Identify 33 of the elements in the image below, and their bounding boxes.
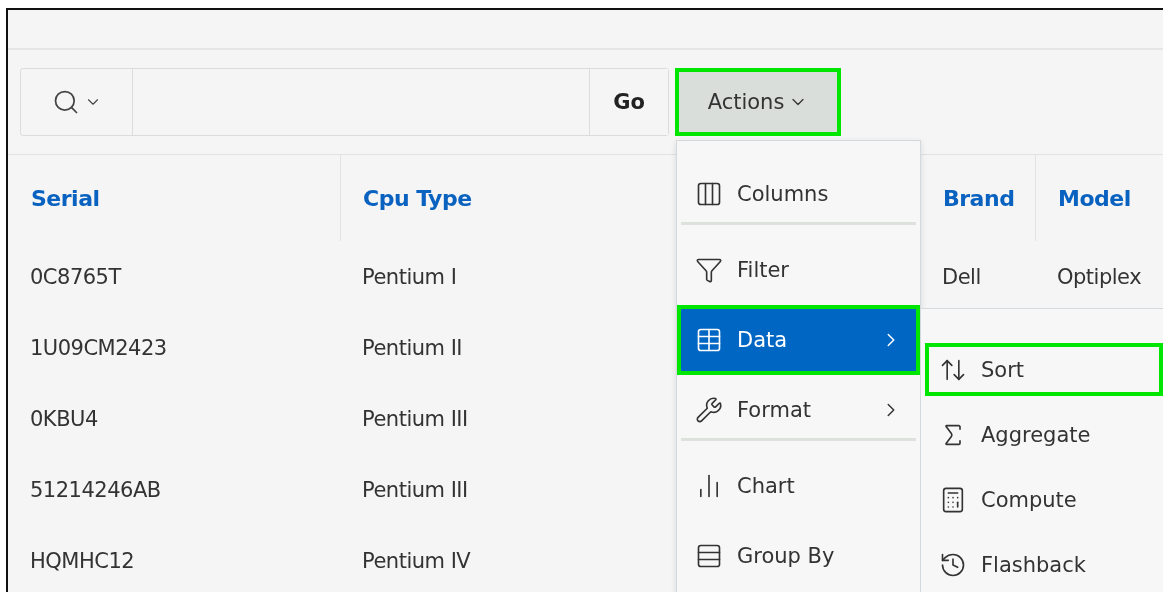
column-header[interactable]: Cpu Type [363, 185, 472, 211]
table-cell: Pentium IV [362, 548, 471, 573]
menu-item[interactable]: Format [677, 375, 920, 445]
column-header[interactable]: Model [1058, 185, 1131, 211]
menu-item[interactable]: Group By [677, 521, 920, 591]
menu-item[interactable]: Flashback [925, 538, 1163, 592]
menu-item[interactable]: Aggregate [925, 408, 1163, 462]
table-cell: Pentium II [362, 335, 463, 360]
menu-item[interactable]: Data [677, 305, 920, 375]
menu-item[interactable]: Columns [677, 159, 920, 229]
table-cell: Pentium III [362, 406, 468, 431]
menu-item[interactable]: Chart [677, 451, 920, 521]
table-cell: Pentium III [362, 477, 468, 502]
table-cell: 0KBU4 [30, 406, 98, 431]
column-header[interactable]: Brand [943, 185, 1015, 211]
table-cell: 1U09CM2423 [30, 335, 167, 360]
menu-item[interactable]: Compute [925, 473, 1163, 527]
table-cell: HQMHC12 [30, 548, 135, 573]
wrench-icon [695, 396, 723, 424]
menu-item[interactable]: Sort [925, 343, 1163, 397]
rows-icon [695, 542, 723, 570]
actions-button[interactable]: Actions [675, 68, 841, 136]
menu-item[interactable]: Filter [677, 235, 920, 305]
table-icon [695, 326, 723, 354]
table-cell: 0C8765T [30, 264, 121, 289]
table-cell: 51214246AB [30, 477, 161, 502]
go-button[interactable]: Go [589, 69, 668, 135]
table-cell: Pentium I [362, 264, 457, 289]
table-cell: Optiplex [1057, 264, 1142, 289]
column-header[interactable]: Serial [31, 185, 100, 211]
columns-icon [695, 180, 723, 208]
table-cell: Dell [942, 264, 981, 289]
filter-icon [695, 256, 723, 284]
